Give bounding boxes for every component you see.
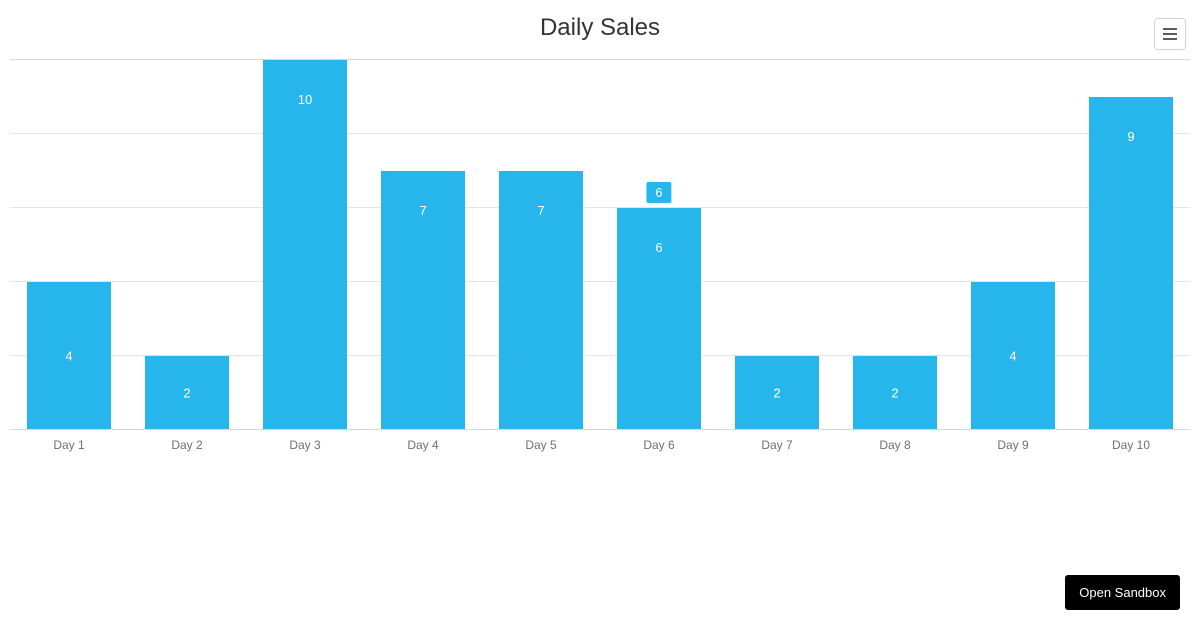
bar[interactable]: 7	[499, 171, 584, 430]
bar-value-label: 2	[735, 386, 820, 401]
x-axis-tick: Day 9	[954, 430, 1072, 460]
x-axis-tick: Day 7	[718, 430, 836, 460]
bar[interactable]: 2	[735, 356, 820, 430]
x-axis-tick: Day 4	[364, 430, 482, 460]
bar-value-label: 4	[27, 349, 112, 364]
bar[interactable]: 2	[853, 356, 938, 430]
x-axis-tick: Day 3	[246, 430, 364, 460]
bar-slot: 2	[836, 60, 954, 430]
x-axis-tick: Day 1	[10, 430, 128, 460]
plot-area: 421077662249	[10, 59, 1190, 430]
x-axis-tick: Day 10	[1072, 430, 1190, 460]
x-axis-tick: Day 2	[128, 430, 246, 460]
bar[interactable]: 2	[145, 356, 230, 430]
x-axis-tick: Day 6	[600, 430, 718, 460]
bar-value-label: 6	[617, 240, 702, 255]
bar-value-label: 9	[1089, 129, 1174, 144]
x-axis: Day 1Day 2Day 3Day 4Day 5Day 6Day 7Day 8…	[10, 429, 1190, 460]
bar-value-label: 7	[499, 203, 584, 218]
bar[interactable]: 4	[971, 282, 1056, 430]
bar-value-label: 4	[971, 349, 1056, 364]
bar-tooltip: 6	[646, 182, 671, 203]
bars-container: 421077662249	[10, 60, 1190, 430]
bar-slot: 66	[600, 60, 718, 430]
bar[interactable]: 10	[263, 60, 348, 430]
bar-slot: 10	[246, 60, 364, 430]
hamburger-icon	[1163, 33, 1177, 35]
bar-slot: 4	[954, 60, 1072, 430]
bar-slot: 4	[10, 60, 128, 430]
hamburger-icon	[1163, 28, 1177, 30]
daily-sales-chart: Daily Sales 421077662249 Day 1Day 2Day 3…	[0, 0, 1200, 460]
bar-value-label: 2	[145, 386, 230, 401]
hamburger-icon	[1163, 38, 1177, 40]
bar-slot: 7	[482, 60, 600, 430]
chart-menu-button[interactable]	[1154, 18, 1186, 50]
open-sandbox-button[interactable]: Open Sandbox	[1065, 575, 1180, 610]
chart-title: Daily Sales	[0, 14, 1200, 42]
bar-value-label: 2	[853, 386, 938, 401]
bar-slot: 9	[1072, 60, 1190, 430]
bar[interactable]: 4	[27, 282, 112, 430]
x-axis-tick: Day 5	[482, 430, 600, 460]
bar-slot: 7	[364, 60, 482, 430]
bar-slot: 2	[128, 60, 246, 430]
x-axis-tick: Day 8	[836, 430, 954, 460]
bar-value-label: 7	[381, 203, 466, 218]
bar[interactable]: 66	[617, 208, 702, 430]
bar[interactable]: 9	[1089, 97, 1174, 430]
bar[interactable]: 7	[381, 171, 466, 430]
bar-value-label: 10	[263, 92, 348, 107]
bar-slot: 2	[718, 60, 836, 430]
